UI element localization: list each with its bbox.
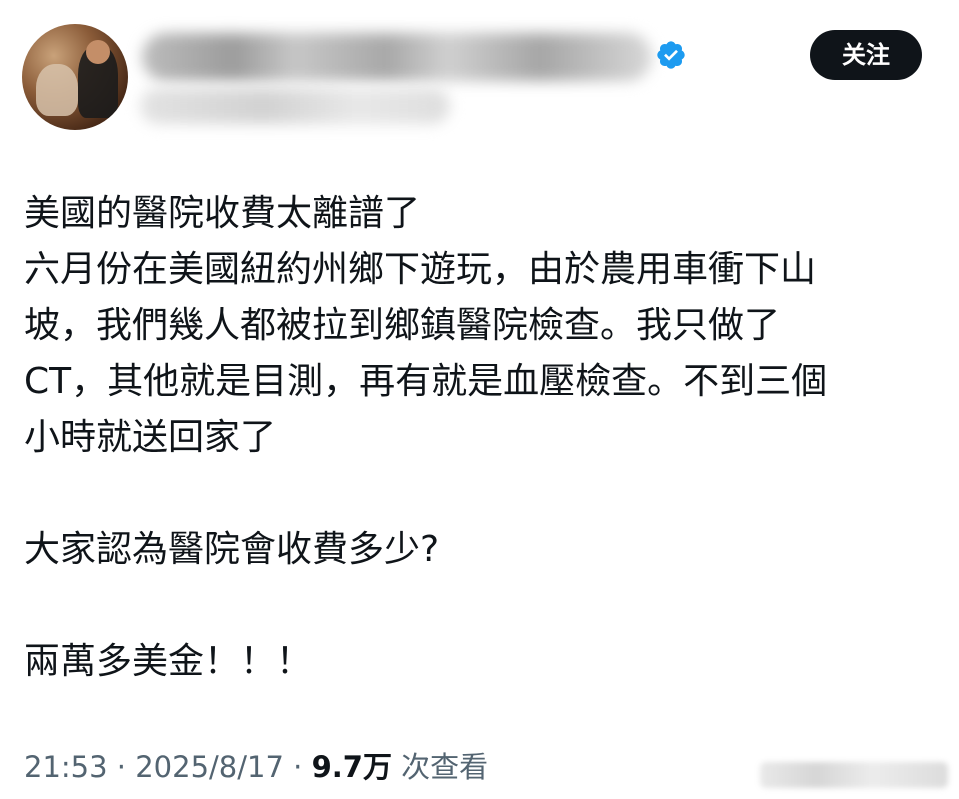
views-label: 次查看: [391, 750, 489, 784]
avatar[interactable]: [22, 24, 128, 130]
views-count: 9.7万: [311, 750, 392, 784]
avatar-figure-head: [86, 40, 110, 64]
post-meta: 21:53 · 2025/8/17 · 9.7万 次查看: [24, 744, 488, 786]
verified-badge-icon: [657, 41, 685, 69]
post-line: 小時就送回家了: [24, 417, 277, 458]
post-line: 美國的醫院收費太離譜了: [24, 193, 421, 234]
meta-separator: ·: [107, 750, 136, 784]
post-line: 兩萬多美金！！！: [24, 641, 313, 682]
meta-separator: ·: [283, 750, 312, 784]
post-line: 大家認為醫院會收費多少?: [24, 529, 440, 570]
post-date[interactable]: 2025/8/17: [135, 750, 284, 784]
watermark-redacted: [760, 762, 948, 788]
avatar-figure-left: [36, 64, 78, 116]
post-line: CT，其他就是目測，再有就是血壓檢查。不到三個: [24, 361, 828, 402]
author-handle-redacted[interactable]: [140, 88, 450, 124]
follow-button[interactable]: 关注: [810, 30, 922, 80]
post-line: 六月份在美國紐約州鄉下遊玩，由於農用車衝下山: [24, 249, 817, 290]
post-time[interactable]: 21:53: [24, 750, 108, 784]
post-body: 美國的醫院收費太離譜了 六月份在美國紐約州鄉下遊玩，由於農用車衝下山 坡，我們幾…: [24, 186, 939, 690]
post-card: 关注 美國的醫院收費太離譜了 六月份在美國紐約州鄉下遊玩，由於農用車衝下山 坡，…: [0, 0, 959, 799]
post-line: 坡，我們幾人都被拉到鄉鎮醫院檢查。我只做了: [24, 305, 781, 346]
author-name-redacted[interactable]: [142, 33, 652, 81]
